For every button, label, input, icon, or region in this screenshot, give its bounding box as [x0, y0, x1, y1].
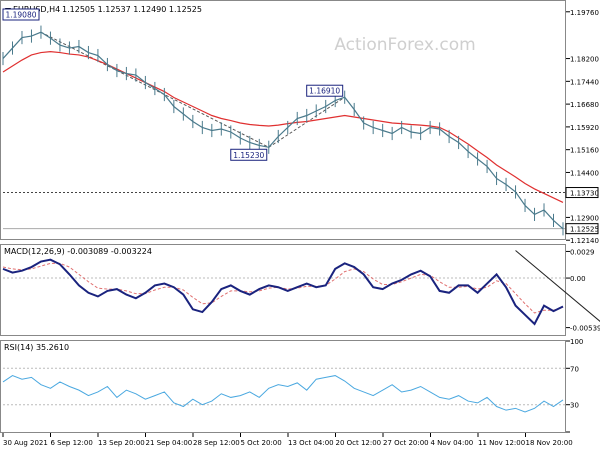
rsi-axis-label: 30: [570, 402, 579, 410]
time-axis-label: 28 Sep 12:00: [193, 439, 240, 447]
chart-dynamic-layer: 1.19760 1.18200 1.17440 1.16680 1.15920 1.151…: [2, 8, 600, 447]
time-axis-label: 6 Sep 12:00: [51, 439, 93, 447]
time-axis-label: 30 Aug 2021: [3, 439, 48, 447]
rsi-line: [2, 375, 564, 413]
watermark: ActionForex.com: [334, 35, 475, 55]
price-label: 1.19080: [5, 11, 36, 20]
price-axis-label: 1.12900: [570, 214, 599, 222]
time-axis-label: 20 Oct 12:00: [336, 439, 382, 447]
rsi-title: RSI(14) 35.2610: [4, 343, 69, 352]
macd-line: [2, 258, 564, 326]
time-axis-label: 5 Oct 20:00: [241, 439, 282, 447]
price-line: [2, 31, 564, 230]
price-axis-label: 1.13730: [570, 190, 599, 198]
price-label: 1.16910: [309, 87, 340, 96]
time-axis-label: 21 Sep 04:00: [146, 439, 193, 447]
price-label: 1.15230: [233, 151, 264, 160]
price-axis-label: 1.12525: [570, 226, 599, 234]
rsi-panel-frame: [0, 340, 566, 433]
price-panel-frame: [0, 0, 566, 240]
price-axis-label: 1.15160: [570, 147, 599, 155]
rsi-axis-label: 70: [570, 365, 579, 373]
time-axis-label: 18 Nov 20:00: [526, 439, 573, 447]
price-axis-label: 1.14400: [570, 169, 599, 177]
header-prices: 1.12505 1.12537 1.12490 1.12525: [62, 5, 202, 14]
macd-axis-label: -0.005396: [570, 325, 600, 333]
macd-title: MACD(12,26,9) -0.003089 -0.003224: [4, 247, 152, 256]
chart-svg: ActionForex.com EURUSD,H4 1.12505 1.1253…: [0, 0, 600, 447]
time-axis-label: 27 Oct 20:00: [383, 439, 429, 447]
chart-window: ActionForex.com EURUSD,H4 1.12505 1.1253…: [0, 0, 600, 450]
moving-average-line: [2, 51, 564, 203]
rsi-axis-label: 100: [570, 338, 583, 346]
macd-trendline: [515, 250, 600, 322]
time-axis-label: 13 Sep 20:00: [98, 439, 145, 447]
price-axis-label: 1.17440: [570, 78, 599, 86]
macd-axis-label: 0.0029: [570, 248, 595, 256]
price-axis-label: 1.19760: [570, 9, 599, 17]
price-axis-label: 1.12140: [570, 237, 599, 245]
price-axis-label: 1.15920: [570, 124, 599, 132]
price-axis-label: 1.18200: [570, 56, 599, 64]
time-axis-label: 4 Nov 04:00: [431, 439, 474, 447]
price-axis-label: 1.16680: [570, 101, 599, 109]
time-axis-label: 11 Nov 12:00: [478, 439, 525, 447]
macd-axis-label: 0.00: [570, 275, 586, 283]
uptrend-line: [268, 96, 345, 148]
time-axis-label: 13 Oct 04:00: [288, 439, 334, 447]
